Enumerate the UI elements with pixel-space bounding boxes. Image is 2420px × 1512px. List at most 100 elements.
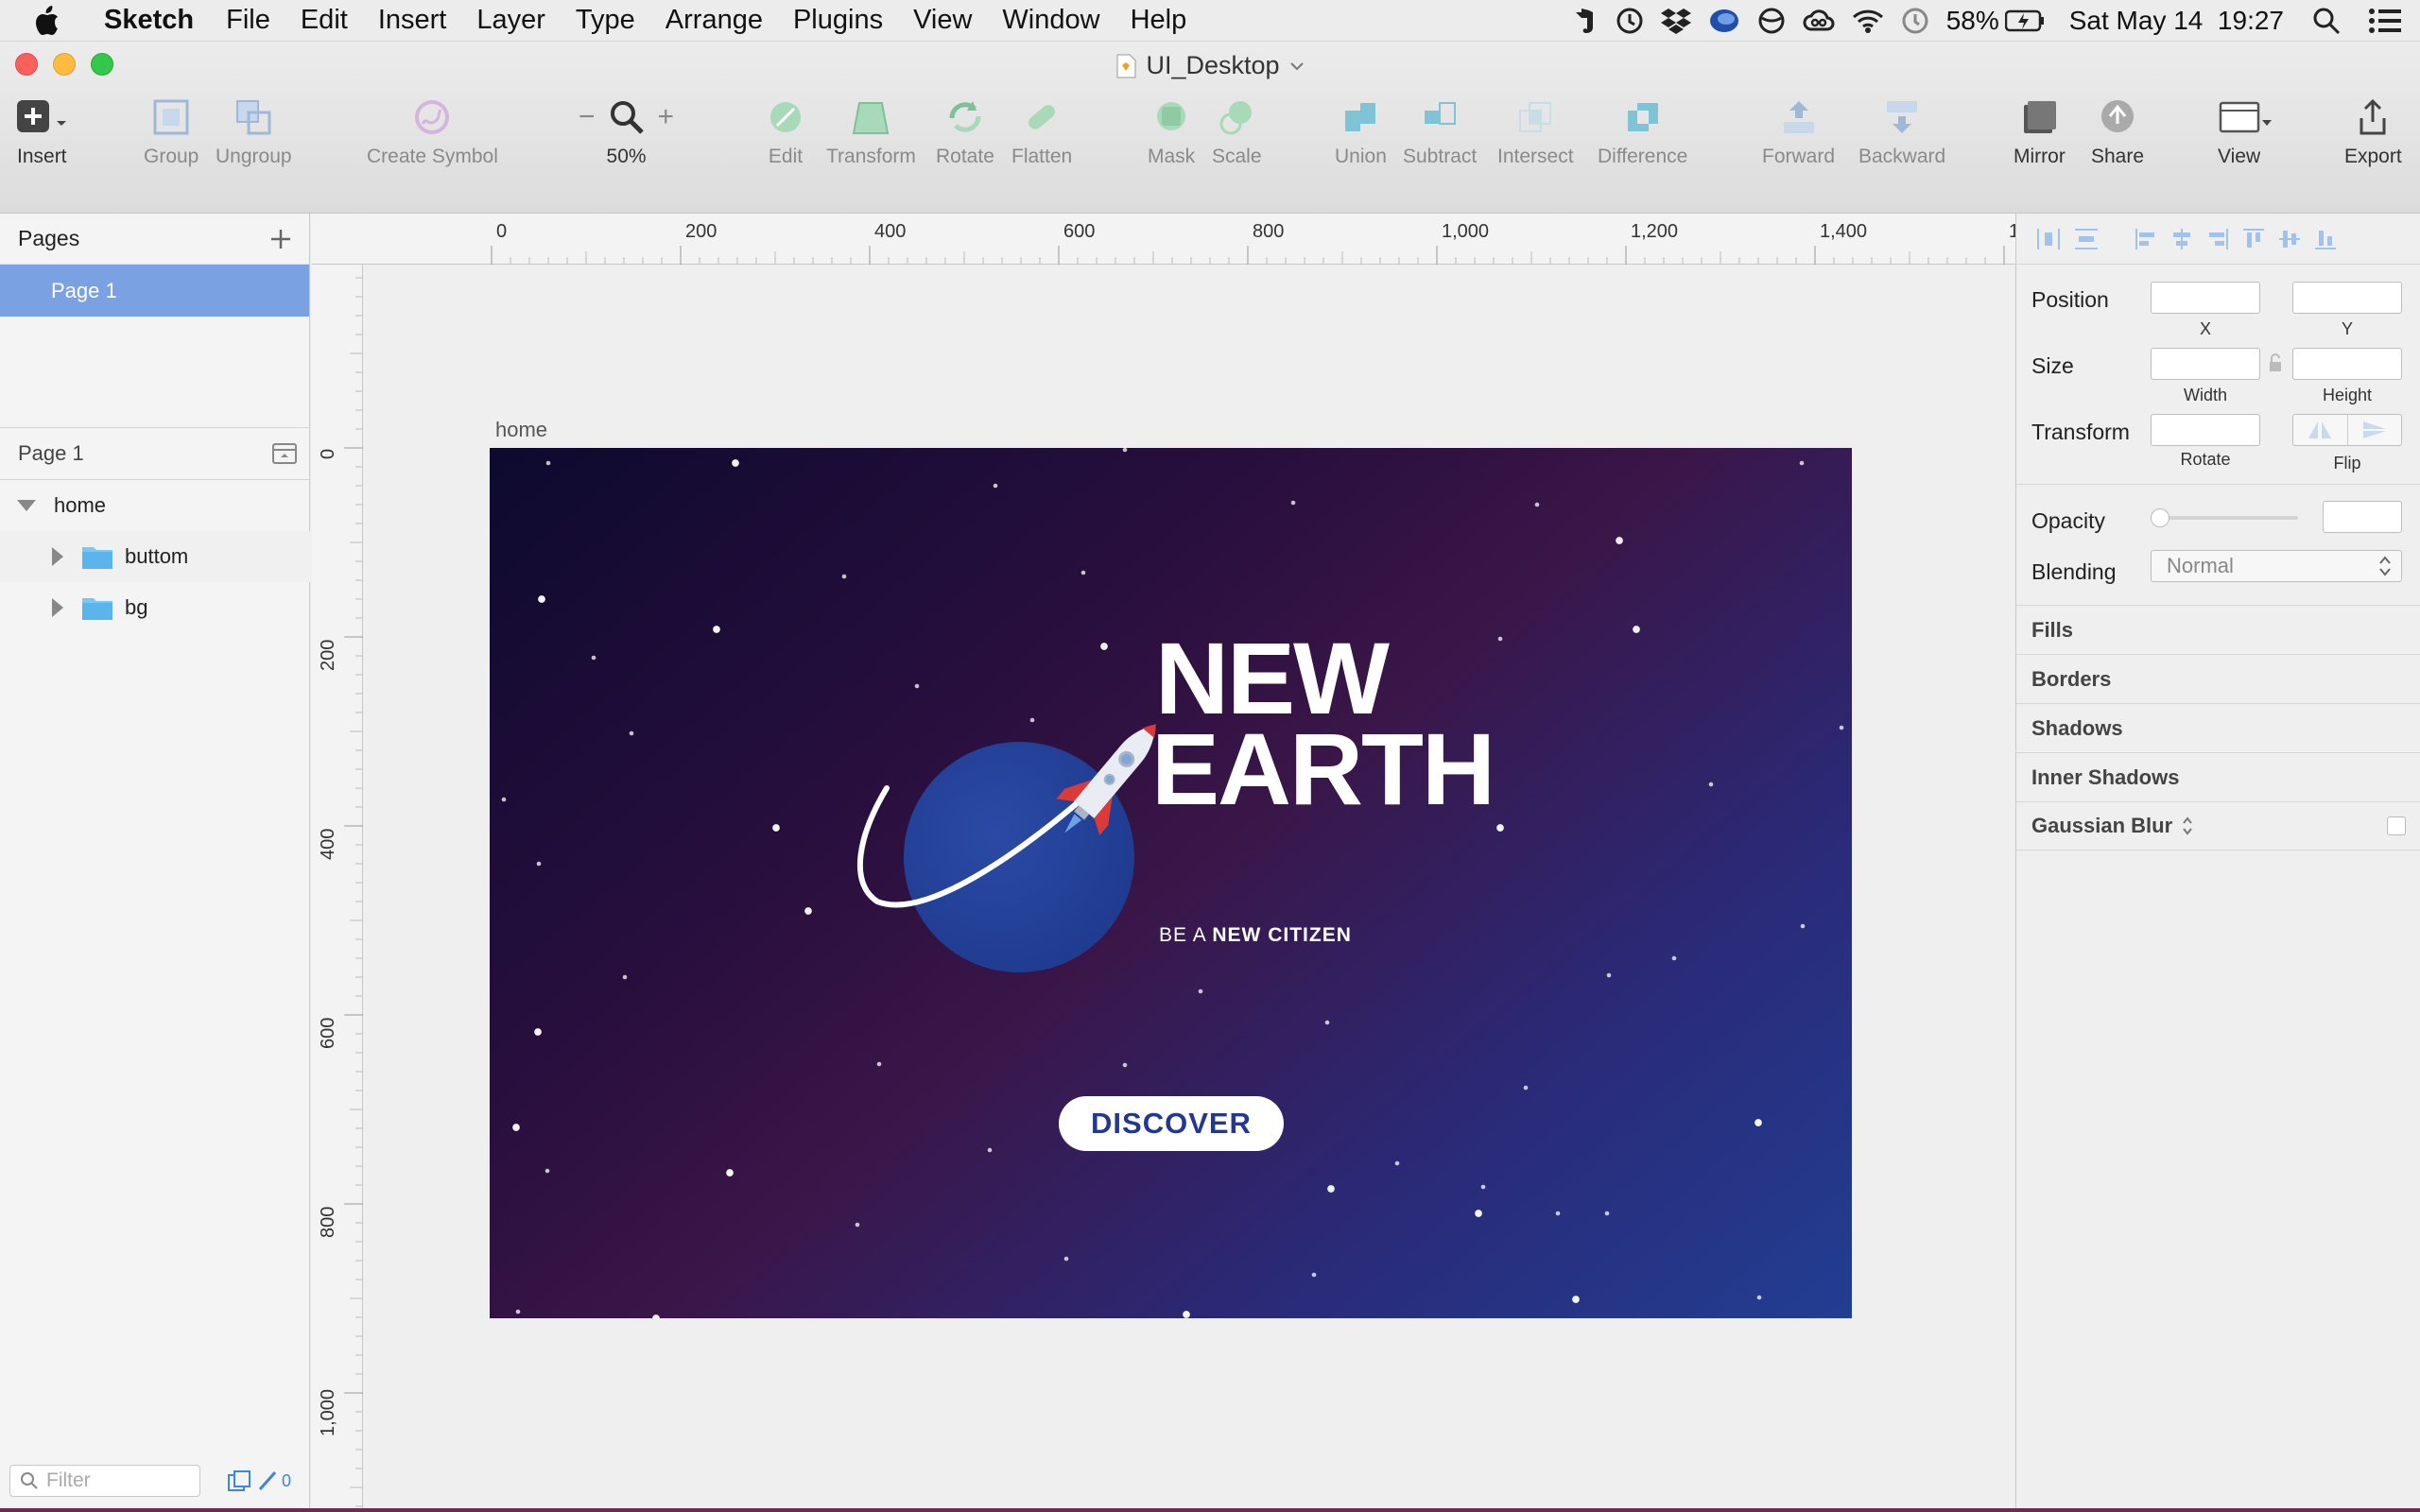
creative-app-icon[interactable]	[1708, 7, 1740, 35]
edited-filter-icon[interactable]	[257, 1469, 278, 1492]
menu-layer[interactable]: Layer	[476, 5, 545, 36]
battery-icon[interactable]	[2004, 9, 2045, 32]
artboard-title[interactable]: home	[495, 418, 547, 442]
intersect-icon	[1514, 91, 1556, 144]
lock-icon[interactable]	[2268, 353, 2283, 372]
menu-file[interactable]: File	[226, 5, 270, 36]
view-icon	[2219, 91, 2273, 144]
disclosure-closed-icon[interactable]	[51, 597, 64, 618]
union-button[interactable]: Union	[1335, 91, 1387, 168]
clock-icon[interactable]	[1616, 7, 1644, 35]
align-middle-icon[interactable]	[2277, 227, 2302, 251]
flip-horizontal-icon[interactable]	[2293, 415, 2348, 445]
align-center-icon[interactable]	[2169, 227, 2194, 251]
inner-shadows-section[interactable]: Inner Shadows	[2016, 752, 2420, 801]
rotate-input[interactable]	[2151, 414, 2260, 446]
mirror-button[interactable]: Mirror	[2014, 91, 2066, 168]
opacity-slider-knob[interactable]	[2151, 508, 2169, 527]
blending-select[interactable]: Normal	[2151, 550, 2402, 582]
create-symbol-button[interactable]: Create Symbol	[367, 91, 498, 168]
add-page-icon[interactable]	[269, 228, 292, 250]
view-button[interactable]: View	[2218, 91, 2273, 168]
position-x-input[interactable]	[2151, 282, 2260, 314]
edit-button[interactable]: Edit	[766, 91, 805, 168]
menu-edit[interactable]: Edit	[301, 5, 348, 36]
disclosure-open-icon[interactable]	[16, 499, 37, 512]
disclosure-closed-icon[interactable]	[51, 546, 64, 567]
mask-label: Mask	[1148, 146, 1196, 167]
tagline[interactable]: BE A NEW CITIZEN	[1159, 924, 1352, 947]
layer-artboard-home[interactable]: home	[0, 480, 310, 531]
align-left-icon[interactable]	[2134, 227, 2158, 251]
folder-icon	[81, 594, 113, 621]
filter-input[interactable]: Filter	[9, 1465, 200, 1497]
datetime[interactable]: Sat May 14 19:27	[2069, 6, 2284, 36]
apple-menu-icon[interactable]	[34, 5, 76, 36]
position-y-input[interactable]	[2292, 282, 2402, 314]
layer-group-bg[interactable]: bg	[0, 582, 310, 633]
notification-center-icon[interactable]	[2369, 9, 2401, 33]
collapse-pages-icon[interactable]	[272, 442, 297, 465]
shadows-section[interactable]: Shadows	[2016, 703, 2420, 752]
ungroup-button[interactable]: Ungroup	[216, 91, 292, 168]
gaussian-blur-section[interactable]: Gaussian Blur	[2016, 801, 2420, 850]
menu-view[interactable]: View	[913, 5, 972, 36]
difference-button[interactable]: Difference	[1598, 91, 1687, 168]
symbols-filter-icon[interactable]	[227, 1469, 251, 1492]
fills-section[interactable]: Fills	[2016, 605, 2420, 654]
intersect-button[interactable]: Intersect	[1497, 91, 1574, 168]
sync-icon[interactable]	[1757, 7, 1786, 35]
mask-button[interactable]: Mask	[1148, 91, 1195, 168]
gaussian-blur-checkbox[interactable]	[2387, 816, 2406, 835]
borders-section[interactable]: Borders	[2016, 654, 2420, 703]
menu-help[interactable]: Help	[1131, 5, 1187, 36]
page-list-item[interactable]: Page 1	[0, 265, 309, 317]
menu-arrange[interactable]: Arrange	[666, 5, 763, 36]
width-input[interactable]	[2151, 348, 2260, 380]
subtract-button[interactable]: Subtract	[1403, 91, 1477, 168]
flatten-button[interactable]: Flatten	[1011, 91, 1072, 168]
menu-type[interactable]: Type	[576, 5, 635, 36]
height-input[interactable]	[2292, 348, 2402, 380]
align-top-icon[interactable]	[2241, 227, 2266, 251]
wifi-icon[interactable]	[1852, 8, 1884, 34]
menu-window[interactable]: Window	[1002, 5, 1099, 36]
forward-button[interactable]: Forward	[1762, 91, 1835, 168]
export-button[interactable]: Export	[2344, 91, 2402, 168]
chevron-down-icon[interactable]	[1289, 61, 1305, 71]
zoom-icon[interactable]	[609, 99, 645, 135]
insert-button[interactable]: Insert	[13, 91, 72, 168]
document-title-text[interactable]: UI_Desktop	[1146, 51, 1279, 80]
align-right-icon[interactable]	[2205, 227, 2230, 251]
discover-button[interactable]: DISCOVER	[1059, 1096, 1284, 1151]
share-button[interactable]: Share	[2091, 91, 2144, 168]
artboard-home[interactable]: NEW EARTH BE A NEW CITIZEN DISCOVER	[490, 448, 1852, 1318]
flip-vertical-icon[interactable]	[2348, 415, 2402, 445]
headline-earth[interactable]: EARTH	[1151, 718, 1495, 820]
group-button[interactable]: Group	[144, 91, 199, 168]
transform-button[interactable]: Transform	[826, 91, 916, 168]
rotate-button[interactable]: Rotate	[936, 91, 994, 168]
opacity-input[interactable]	[2323, 501, 2402, 533]
updown-chevron-icon[interactable]	[2182, 816, 2193, 836]
zoom-in-button[interactable]: +	[658, 101, 675, 133]
backward-button[interactable]: Backward	[1858, 91, 1945, 168]
creative-cloud-icon[interactable]	[1803, 7, 1835, 35]
evernote-icon[interactable]	[1570, 7, 1599, 35]
canvas[interactable]: home NEW EARTH BE A NEW CITIZEN DISCOVER	[363, 265, 2015, 1508]
opacity-slider[interactable]	[2156, 516, 2298, 520]
dropbox-icon[interactable]	[1660, 7, 1691, 35]
layer-group-buttom[interactable]: buttom	[0, 531, 310, 582]
time-machine-icon[interactable]	[1901, 7, 1929, 35]
scale-button[interactable]: Scale	[1212, 91, 1262, 168]
distribute-vertical-icon[interactable]	[2073, 227, 2100, 251]
menu-plugins[interactable]: Plugins	[793, 5, 883, 36]
horizontal-ruler[interactable]: 0 200 400 600 800 1,000 1,200 1,400 1	[312, 214, 2019, 265]
menu-insert[interactable]: Insert	[378, 5, 447, 36]
distribute-horizontal-icon[interactable]	[2035, 227, 2062, 251]
zoom-out-button[interactable]: −	[579, 101, 596, 133]
align-bottom-icon[interactable]	[2313, 227, 2338, 251]
vertical-ruler[interactable]: 0 200 400 600 800 1,000	[312, 265, 363, 1508]
app-menu[interactable]: Sketch	[104, 5, 194, 36]
spotlight-icon[interactable]	[2312, 7, 2341, 35]
